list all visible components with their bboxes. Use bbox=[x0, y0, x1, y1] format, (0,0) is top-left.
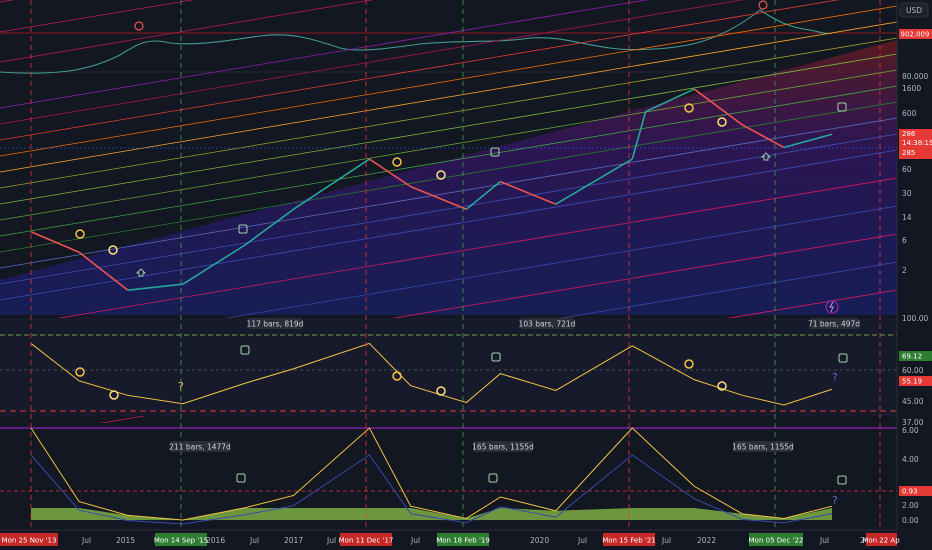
time-axis-label: Jul bbox=[661, 536, 671, 545]
time-axis-label: Jul bbox=[410, 536, 420, 545]
time-axis-label: Jul bbox=[81, 536, 91, 545]
oscillator-2-pane: ? bbox=[0, 423, 897, 528]
main-axis-label: 600 bbox=[902, 109, 917, 118]
osc2-red-badge-label: 0.93 bbox=[902, 488, 918, 496]
question-marker-icon: ? bbox=[832, 371, 838, 384]
bar-count-label: 211 bars, 1477d bbox=[169, 443, 231, 452]
osc1-axis-label: 100.00 bbox=[902, 314, 928, 323]
date-badge-label: Mon 25 Nov '13 bbox=[2, 537, 57, 545]
date-badge-label: Mon 11 Dec '17 bbox=[339, 537, 394, 545]
date-badge-label: Mon 22 Ap bbox=[862, 537, 900, 545]
main-axis-label: 14 bbox=[902, 213, 912, 222]
main-price-low-label: 285 bbox=[902, 149, 915, 157]
main-axis-label: 30 bbox=[902, 189, 912, 198]
top-price-badge-label: 902.009 bbox=[901, 31, 930, 39]
bar-count-label: 165 bars, 1155d bbox=[732, 443, 794, 452]
countdown-label: 14:38:19 bbox=[902, 139, 932, 147]
main-axis-label: 1600 bbox=[902, 84, 921, 93]
bar-count-label: 103 bars, 721d bbox=[519, 320, 576, 329]
bar-count-label: 117 bars, 819d bbox=[247, 320, 304, 329]
date-badge-label: Mon 14 Sep '15 bbox=[154, 537, 208, 545]
price-axis-bg bbox=[897, 0, 932, 550]
bar-count-label: 71 bars, 497d bbox=[808, 320, 860, 329]
time-axis-label: Jul bbox=[819, 536, 829, 545]
time-axis-label: Jul bbox=[326, 536, 336, 545]
osc1-green-badge-label: 69.12 bbox=[902, 353, 922, 361]
question-marker-icon: ? bbox=[832, 494, 838, 507]
time-axis-label: 2020 bbox=[530, 536, 549, 545]
date-badge-label: Mon 05 Dec '22 bbox=[749, 537, 804, 545]
osc1-red-badge-label: 55.19 bbox=[902, 378, 922, 386]
time-axis-label: Jul bbox=[249, 536, 259, 545]
osc1-axis-label: 60.00 bbox=[902, 366, 924, 375]
osc2-bg bbox=[0, 423, 897, 528]
time-axis-label: 2022 bbox=[697, 536, 716, 545]
date-badge-label: Mon 18 Feb '19 bbox=[436, 537, 490, 545]
chart-canvas[interactable]: ? ? ? 117 bars, 819d 103 bars, 721d 71 b… bbox=[0, 0, 932, 550]
oscillator-1-pane: ? ? bbox=[0, 318, 897, 416]
bar-count-label: 165 bars, 1155d bbox=[472, 443, 534, 452]
time-axis-label: Jul bbox=[577, 536, 587, 545]
main-axis-label: 6 bbox=[902, 236, 907, 245]
time-axis: Jul 2015 Jul 2016 2017 Jul Jul 2020 Jul … bbox=[0, 529, 932, 550]
osc2-axis-label: 6.00 bbox=[902, 426, 919, 435]
main-axis-label: 60 bbox=[902, 165, 912, 174]
main-price-badge-label: 286 bbox=[902, 130, 916, 138]
date-badge-label: Mon 15 Feb '21 bbox=[602, 537, 656, 545]
time-axis-label: 2016 bbox=[206, 536, 225, 545]
osc2-axis-label: 4.00 bbox=[902, 455, 919, 464]
osc1-axis-label: 45.00 bbox=[902, 397, 924, 406]
time-axis-label: 2015 bbox=[116, 536, 135, 545]
osc1-bg bbox=[0, 318, 897, 416]
main-axis-label: 2 bbox=[902, 266, 907, 275]
price-axis: USD 902.009 80.000 1600 600 286 14:38:19… bbox=[896, 0, 932, 550]
currency-button-label: USD bbox=[906, 6, 922, 15]
time-axis-label: 2017 bbox=[284, 536, 303, 545]
osc2-axis-label: 0.00 bbox=[902, 516, 919, 525]
osc2-axis-label: 2.00 bbox=[902, 501, 919, 510]
top-axis-label: 80.000 bbox=[902, 72, 928, 81]
